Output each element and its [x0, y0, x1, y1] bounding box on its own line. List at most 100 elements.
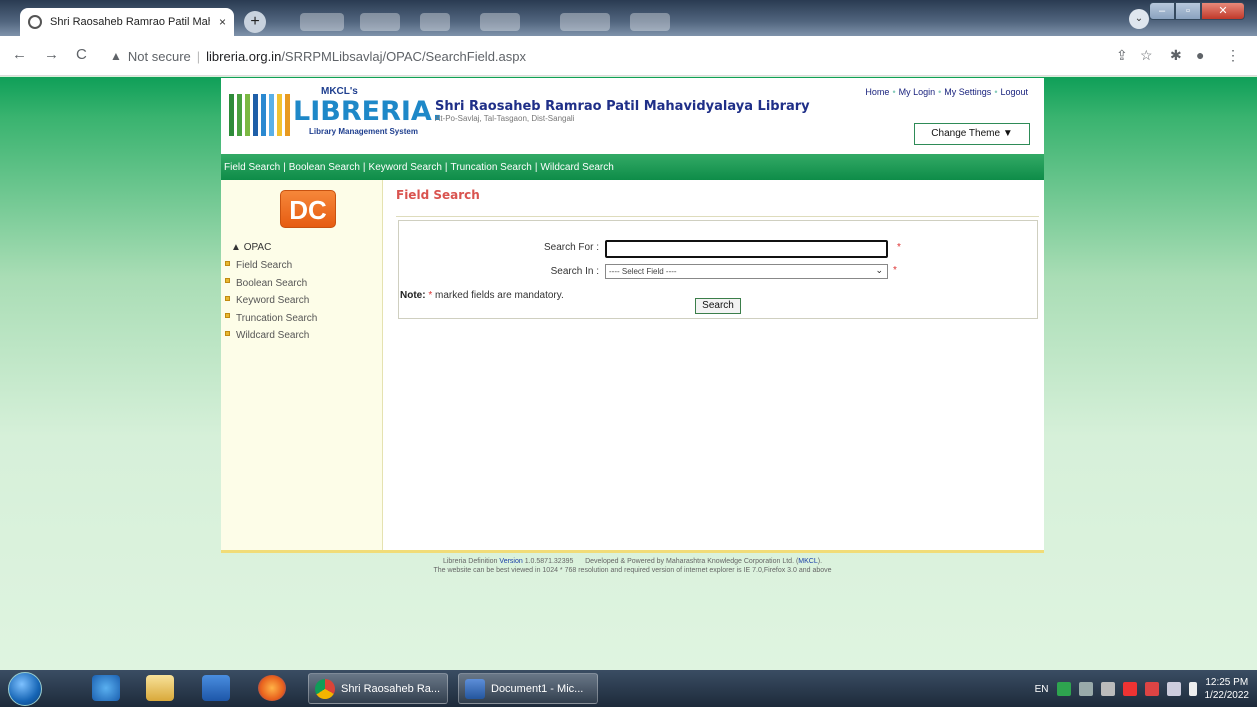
bullet-icon: [225, 278, 230, 284]
close-window-button[interactable]: ✕: [1201, 2, 1245, 20]
home-link[interactable]: Home: [865, 87, 889, 97]
footer-line-2: The website can be best viewed in 1024 *…: [433, 567, 832, 574]
security-label: Not secure: [127, 48, 191, 64]
my-settings-link[interactable]: My Settings: [944, 87, 991, 97]
tab-title: Shri Raosaheb Ramrao Patil Mah: [50, 16, 210, 28]
tab-search-chevron-icon[interactable]: ⌄: [1129, 9, 1149, 29]
change-theme-button[interactable]: Change Theme ▼: [914, 123, 1030, 145]
media-player-icon[interactable]: [202, 675, 230, 701]
logo-libreria-text: LIBRERIA.: [293, 96, 443, 127]
blurred-tab-thumbnail: [480, 13, 520, 31]
tray-volume-icon[interactable]: [1188, 682, 1197, 696]
my-login-link[interactable]: My Login: [899, 87, 936, 97]
sidebar-menu: Field Search Boolean Search Keyword Sear…: [225, 257, 317, 345]
sidebar-item-field-search[interactable]: Field Search: [225, 257, 317, 275]
search-in-selected: ---- Select Field ----: [609, 267, 677, 276]
tray-network-icon[interactable]: [1078, 682, 1093, 696]
file-explorer-icon[interactable]: [146, 675, 174, 701]
tab-close-icon[interactable]: ×: [219, 15, 226, 29]
forward-arrow-icon[interactable]: →: [44, 46, 59, 63]
page-title: Field Search: [396, 188, 480, 202]
dc-logo: DC: [280, 190, 336, 228]
library-name: Shri Raosaheb Ramrao Patil Mahavidyalaya…: [435, 99, 810, 114]
search-type-nav: Field Search | Boolean Search | Keyword Se…: [221, 154, 1044, 180]
chevron-down-icon: ⌄: [875, 265, 883, 275]
required-mark: *: [893, 265, 897, 276]
tray-flag-icon[interactable]: [1144, 682, 1159, 696]
header-links: Home • My Login • My Settings • Logout: [865, 87, 1028, 97]
sidebar: DC ▲ OPAC Field Search Boolean Search Ke…: [221, 180, 383, 551]
nav-field-search[interactable]: Field Search: [224, 162, 280, 173]
nav-wildcard-search[interactable]: Wildcard Search: [540, 162, 613, 173]
search-form: Search For : * Search In : ---- Select F…: [398, 220, 1038, 319]
logo-subtitle: Library Management System: [309, 127, 418, 136]
triangle-up-icon: ▲: [231, 242, 241, 253]
kebab-menu-icon[interactable]: ⋮: [1226, 47, 1240, 64]
taskbar-word-window[interactable]: Document1 - Mic...: [458, 673, 598, 704]
clock[interactable]: 12:25 PM 1/22/2022: [1205, 676, 1250, 702]
nav-truncation-search[interactable]: Truncation Search: [451, 162, 532, 173]
logout-link[interactable]: Logout: [1000, 87, 1028, 97]
title-divider: [396, 216, 1039, 217]
page-background: MKCL's LIBRERIA. Library Management Syst…: [0, 77, 1257, 670]
sidebar-item-keyword-search[interactable]: Keyword Search: [225, 292, 317, 310]
blurred-tab-thumbnail: [300, 13, 344, 31]
caret-down-icon: ▼: [1002, 128, 1013, 139]
profile-avatar-icon[interactable]: ●: [1196, 47, 1204, 63]
maximize-button[interactable]: ▫: [1175, 2, 1201, 20]
mkcl-link[interactable]: MKCL: [798, 558, 817, 565]
blurred-tab-thumbnail: [360, 13, 400, 31]
nav-boolean-search[interactable]: Boolean Search: [289, 162, 360, 173]
sidebar-item-boolean-search[interactable]: Boolean Search: [225, 275, 317, 293]
tray-q-icon[interactable]: [1056, 682, 1071, 696]
logo-bars: [229, 94, 290, 136]
extensions-puzzle-icon[interactable]: ✱: [1170, 47, 1182, 64]
share-icon[interactable]: ⇪: [1116, 47, 1128, 64]
url-separator: |: [196, 48, 201, 64]
library-address: At-Po-Savlaj, Tal-Tasgaon, Dist-Sangali: [435, 114, 575, 123]
word-icon: [465, 678, 485, 699]
chrome-icon: [315, 678, 335, 699]
address-bar-row: ← → C ▲ Not secure | libreria.org.in/SRR…: [0, 36, 1257, 76]
windows-taskbar: Shri Raosaheb Ra... Document1 - Mic... E…: [0, 670, 1257, 707]
footer-line-1: Libreria Definition Version 1.0.5871.323…: [442, 558, 823, 565]
nav-keyword-search[interactable]: Keyword Search: [369, 162, 442, 173]
taskbar-chrome-window[interactable]: Shri Raosaheb Ra...: [308, 673, 448, 704]
change-theme-label: Change Theme: [931, 128, 1001, 139]
bullet-icon: [225, 330, 230, 336]
search-for-input[interactable]: [605, 240, 888, 258]
version-link[interactable]: Version: [499, 558, 522, 565]
required-mark: *: [897, 242, 901, 253]
search-button[interactable]: Search: [695, 298, 741, 314]
main-content: Field Search Search For : * Search In : …: [384, 180, 1044, 551]
back-arrow-icon[interactable]: ←: [12, 46, 27, 63]
url-bar[interactable]: ▲ Not secure | libreria.org.in/SRRPMLibs…: [110, 43, 1080, 69]
sidebar-item-wildcard-search[interactable]: Wildcard Search: [225, 327, 317, 345]
internet-explorer-icon[interactable]: [92, 675, 120, 701]
browser-tab[interactable]: Shri Raosaheb Ramrao Patil Mah ×: [20, 8, 234, 36]
minimize-button[interactable]: –: [1149, 2, 1175, 20]
blurred-tab-thumbnail: [420, 13, 450, 31]
opac-label: OPAC: [243, 242, 272, 253]
browser-titlebar: Shri Raosaheb Ramrao Patil Mah × + ⌄ – ▫…: [0, 0, 1257, 36]
language-indicator[interactable]: EN: [1035, 684, 1049, 695]
libreria-logo[interactable]: MKCL's LIBRERIA. Library Management Syst…: [229, 84, 443, 142]
tray-users-icon[interactable]: [1100, 682, 1115, 696]
blurred-tab-thumbnail: [560, 13, 610, 31]
bullet-icon: [225, 295, 230, 301]
bookmark-star-icon[interactable]: ☆: [1140, 47, 1153, 64]
tray-antivirus-icon[interactable]: [1122, 682, 1137, 696]
system-tray: EN 12:25 PM 1/22/2022: [1035, 674, 1249, 704]
search-in-select[interactable]: ---- Select Field ---- ⌄: [605, 264, 888, 279]
search-for-label: Search For :: [543, 242, 599, 253]
sidebar-item-truncation-search[interactable]: Truncation Search: [225, 310, 317, 328]
new-tab-button[interactable]: +: [244, 11, 266, 33]
opac-section[interactable]: ▲ OPAC: [231, 242, 271, 253]
firefox-icon[interactable]: [258, 675, 286, 701]
url-domain: libreria.org.in: [206, 48, 282, 64]
tray-display-icon[interactable]: [1166, 682, 1181, 696]
site-bottom-border: [221, 550, 1044, 553]
bullet-icon: [225, 260, 230, 266]
start-button[interactable]: [8, 672, 42, 706]
reload-icon[interactable]: C: [76, 46, 87, 63]
